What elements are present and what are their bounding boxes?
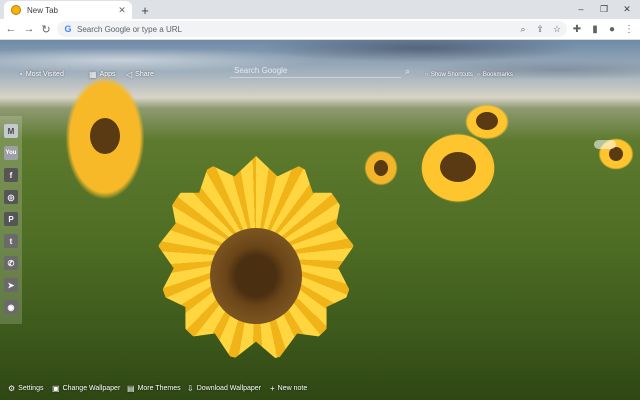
instagram-icon[interactable]: ◎ (4, 190, 18, 204)
most-visited-link[interactable]: ◔ Most Visited (18, 70, 64, 79)
shortcut-icon: ▫ (425, 70, 428, 79)
twitter-icon[interactable]: t (4, 234, 18, 248)
gmail-icon[interactable]: M (4, 124, 18, 138)
sunflower-disk (210, 228, 302, 324)
bookmark-icon: ▫ (477, 70, 480, 79)
back-button[interactable]: ← (4, 22, 18, 36)
show-shortcuts-label: Show Shortcuts (430, 71, 473, 78)
note-bubble (594, 140, 616, 149)
clock-icon: ◔ (18, 70, 23, 79)
download-wallpaper-label: Download Wallpaper (196, 385, 262, 392)
reddit-icon[interactable]: ◉ (4, 300, 18, 314)
new-note-link[interactable]: + New note (270, 384, 307, 393)
pinterest-icon[interactable]: P (4, 212, 18, 226)
sunflower-favicon-icon (11, 5, 21, 15)
change-wallpaper-link[interactable]: ▣ Change Wallpaper (52, 384, 120, 393)
show-shortcuts-link[interactable]: ▫ Show Shortcuts (425, 70, 473, 79)
whatsapp-icon[interactable]: ✆ (4, 256, 18, 270)
new-tab-button[interactable]: + (138, 3, 152, 18)
sunflower-main (158, 156, 354, 360)
menu-icon[interactable]: ⋮ (622, 22, 636, 36)
search-input[interactable] (230, 64, 401, 78)
download-wallpaper-link[interactable]: ⇩ Download Wallpaper (187, 384, 261, 393)
tab-new-tab[interactable]: New Tab ✕ (4, 1, 132, 19)
side-panel-icon[interactable]: ▮ (588, 22, 602, 36)
search-icon[interactable]: ⌕ (405, 66, 410, 77)
new-note-label: New note (277, 385, 308, 392)
most-visited-label: Most Visited (25, 71, 64, 78)
more-themes-label: More Themes (137, 385, 181, 392)
reload-button[interactable]: ↻ (39, 22, 53, 36)
share-label: Share (135, 71, 154, 78)
new-tab-page (0, 40, 640, 400)
minimize-button[interactable]: – (570, 2, 592, 16)
omnibox-placeholder[interactable]: Search Google or type a URL (77, 25, 516, 34)
bookmarks-link[interactable]: ▫ Bookmarks (477, 70, 513, 79)
window-close-button[interactable]: ✕ (616, 2, 638, 16)
search-box: ⌕ (230, 64, 410, 78)
bookmark-star-icon[interactable]: ☆ (550, 22, 564, 36)
social-sidebar: M You f ◎ P t ✆ ➤ ◉ (0, 116, 22, 324)
grid-icon: ▦ (89, 70, 97, 79)
note-icon: + (270, 384, 275, 393)
change-wallpaper-label: Change Wallpaper (62, 385, 121, 392)
bookmarks-label: Bookmarks (482, 71, 513, 78)
restore-button[interactable]: ❐ (593, 2, 615, 16)
apps-label: Apps (99, 71, 116, 78)
share-page-icon[interactable]: ⇪ (533, 22, 547, 36)
telegram-icon[interactable]: ➤ (4, 278, 18, 292)
image-icon: ▣ (52, 384, 60, 393)
share-icon: ◁ (126, 70, 133, 79)
bottom-bar: ⚙ Settings ▣ Change Wallpaper ▤ More Themes… (0, 380, 640, 400)
forward-button[interactable]: → (22, 22, 36, 36)
tab-strip: New Tab ✕ + – ❐ ✕ (0, 0, 640, 19)
youtube-icon[interactable]: You (4, 146, 18, 160)
tab-title: New Tab (27, 5, 58, 15)
settings-label: Settings (18, 385, 44, 392)
more-themes-link[interactable]: ▤ More Themes (127, 384, 181, 393)
facebook-icon[interactable]: f (4, 168, 18, 182)
google-icon: G (64, 24, 72, 34)
profile-icon[interactable]: ● (605, 22, 619, 36)
extensions-icon[interactable]: ✚ (570, 22, 584, 36)
gear-icon: ⚙ (8, 384, 16, 393)
sunflower-far-right (462, 102, 512, 142)
zoom-icon[interactable]: ⌕ (516, 22, 530, 36)
close-icon[interactable]: ✕ (116, 4, 128, 16)
apps-link[interactable]: ▦ Apps (89, 70, 116, 79)
sunflower-mid (362, 148, 400, 188)
download-icon: ⇩ (187, 384, 194, 393)
settings-link[interactable]: ⚙ Settings (8, 384, 43, 393)
omnibox[interactable]: G Search Google or type a URL ⌕ ⇪ ☆ (57, 21, 567, 37)
browser-toolbar: ← → ↻ G Search Google or type a URL ⌕ ⇪ … (0, 19, 640, 40)
sunflower-left (60, 68, 150, 208)
share-link[interactable]: ◁ Share (126, 70, 154, 79)
themes-icon: ▤ (127, 384, 135, 393)
